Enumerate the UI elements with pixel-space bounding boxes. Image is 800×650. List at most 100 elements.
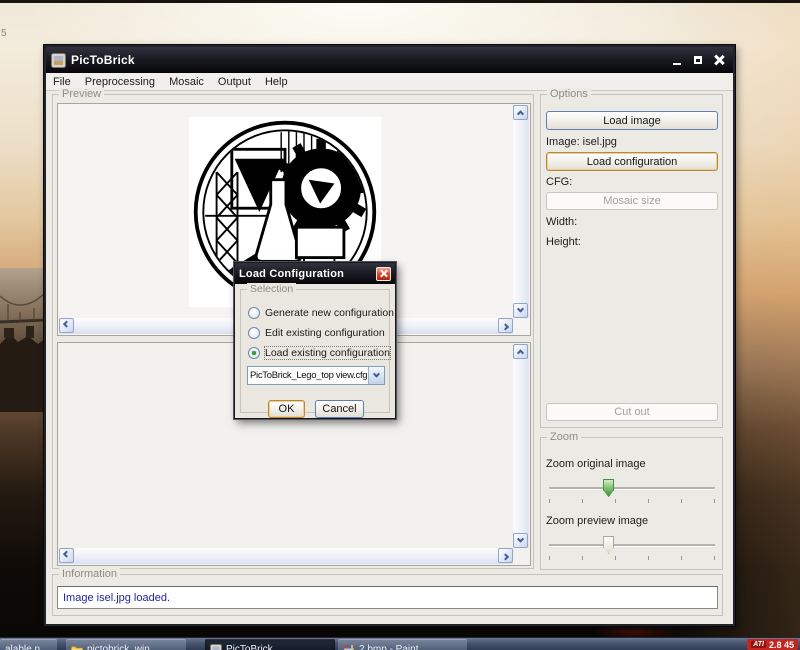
- radio-edit-existing-configuration[interactable]: Edit existing configuration: [248, 326, 385, 340]
- close-button[interactable]: [710, 53, 728, 68]
- combobox-value: PicToBrick_Lego_top view.cfg: [250, 370, 368, 381]
- scroll-right-button[interactable]: [498, 318, 513, 333]
- radio-load-existing-configuration[interactable]: Load existing configuration: [248, 346, 391, 360]
- scroll-left-button[interactable]: [59, 548, 74, 563]
- preview-group-label: Preview: [59, 88, 105, 100]
- dialog-title: Load Configuration: [239, 267, 345, 280]
- radio-generate-new-configuration[interactable]: Generate new configuration: [248, 306, 394, 320]
- chevron-left-icon: [62, 320, 71, 328]
- radio-selected-icon: [248, 347, 260, 359]
- chevron-left-icon: [62, 550, 71, 558]
- scroll-down-button[interactable]: [513, 533, 528, 548]
- load-configuration-dialog: Load Configuration Selection Generate ne…: [233, 261, 397, 420]
- slider-track[interactable]: [549, 544, 715, 546]
- configuration-combobox[interactable]: PicToBrick_Lego_top view.cfg: [247, 366, 385, 385]
- slider-ticks: [549, 556, 715, 560]
- minimize-icon: [673, 62, 681, 65]
- taskbar-item-label: PicToBrick: [226, 643, 273, 650]
- close-icon: [714, 55, 724, 65]
- dialog-titlebar[interactable]: Load Configuration: [235, 263, 395, 284]
- chevron-down-icon: [516, 535, 525, 543]
- cfg-label: CFG:: [546, 176, 573, 188]
- original-vertical-scrollbar[interactable]: [513, 105, 529, 318]
- menu-preprocessing[interactable]: Preprocessing: [78, 75, 162, 89]
- dialog-body: Selection Generate new configuration Edi…: [235, 283, 395, 418]
- ati-tray-value: 2.8 45: [768, 639, 794, 650]
- information-group: Information Image isel.jpg loaded.: [52, 568, 723, 616]
- paint-icon: [343, 644, 355, 650]
- taskbar-item-label: pictobrick_win: [87, 643, 150, 650]
- taskbar-item-pictobrick[interactable]: PicToBrick: [205, 639, 335, 650]
- selection-group-label: Selection: [247, 283, 297, 295]
- minimize-button[interactable]: [668, 53, 686, 68]
- pictobrick-icon: [210, 643, 222, 650]
- mosaic-size-button: Mosaic size: [546, 192, 718, 210]
- taskbar-item-paint[interactable]: 2 bmp - Paint: [338, 639, 467, 650]
- information-message: Image isel.jpg loaded.: [63, 591, 171, 604]
- load-image-button[interactable]: Load image: [546, 111, 718, 130]
- ati-logo: ATI: [751, 641, 766, 648]
- zoom-preview-slider[interactable]: [547, 535, 717, 561]
- close-icon: [380, 270, 387, 277]
- combobox-dropdown-button[interactable]: [368, 367, 384, 384]
- cancel-button[interactable]: Cancel: [315, 400, 364, 418]
- slider-thumb[interactable]: [603, 536, 615, 554]
- zoom-original-label: Zoom original image: [546, 458, 646, 470]
- chevron-up-icon: [516, 349, 525, 357]
- maximize-button[interactable]: [689, 53, 707, 68]
- ok-button[interactable]: OK: [268, 400, 305, 418]
- menu-bar: File Preprocessing Mosaic Output Help: [46, 73, 733, 91]
- taskbar-item-pictobrick-win-folder[interactable]: pictobrick_win: [66, 639, 186, 650]
- radio-label: Edit existing configuration: [265, 327, 385, 339]
- scroll-down-button[interactable]: [513, 303, 528, 318]
- width-label: Width:: [546, 216, 578, 228]
- information-group-label: Information: [59, 568, 121, 580]
- zoom-group-label: Zoom: [547, 431, 582, 443]
- window-title: PicToBrick: [71, 53, 135, 67]
- scroll-up-button[interactable]: [513, 344, 528, 359]
- scroll-right-button[interactable]: [498, 548, 513, 563]
- zoom-original-slider[interactable]: [547, 478, 717, 504]
- scroll-left-button[interactable]: [59, 318, 74, 333]
- menu-file[interactable]: File: [46, 75, 78, 89]
- information-field[interactable]: Image isel.jpg loaded.: [57, 586, 718, 609]
- mosaic-horizontal-scrollbar[interactable]: [59, 548, 513, 564]
- menu-help[interactable]: Help: [258, 75, 295, 89]
- zoom-group: Zoom Zoom original image Zoom preview im…: [540, 431, 723, 570]
- radio-label: Load existing configuration: [264, 346, 391, 360]
- taskbar: alable n pictobrick_win PicToBrick 2 bmp…: [0, 637, 800, 650]
- selection-group: Selection Generate new configuration Edi…: [240, 283, 394, 418]
- scroll-up-button[interactable]: [513, 105, 528, 120]
- folder-icon: [71, 645, 83, 650]
- height-label: Height:: [546, 236, 581, 248]
- maximize-icon: [694, 56, 702, 64]
- taskbar-item-label: 2 bmp - Paint: [359, 643, 419, 650]
- screen-top-edge: [0, 0, 800, 3]
- slider-thumb[interactable]: [603, 479, 615, 497]
- slider-track[interactable]: [549, 487, 715, 489]
- chevron-up-icon: [516, 110, 525, 118]
- radio-label: Generate new configuration: [265, 307, 394, 319]
- options-group: Options Load image Image: isel.jpg Load …: [540, 88, 723, 428]
- slider-ticks: [549, 499, 715, 503]
- taskbar-item-truncated[interactable]: alable n: [0, 639, 57, 650]
- load-configuration-button[interactable]: Load configuration: [546, 152, 718, 171]
- options-group-label: Options: [547, 88, 591, 100]
- dialog-close-button[interactable]: [376, 266, 391, 281]
- mosaic-vertical-scrollbar[interactable]: [513, 344, 529, 548]
- chevron-down-icon: [516, 305, 525, 313]
- app-icon: [51, 52, 66, 68]
- cut-out-button: Cut out: [546, 403, 718, 421]
- chevron-right-icon: [501, 323, 510, 331]
- taskbar-item-label: alable n: [5, 643, 41, 650]
- menu-output[interactable]: Output: [211, 75, 258, 89]
- menu-mosaic[interactable]: Mosaic: [162, 75, 211, 89]
- tray-ati-badge[interactable]: ATI 2.8 45: [747, 639, 798, 650]
- image-status-label: Image: isel.jpg: [546, 136, 617, 148]
- chevron-right-icon: [501, 553, 510, 561]
- chevron-down-icon: [372, 370, 381, 378]
- zoom-preview-label: Zoom preview image: [546, 515, 649, 527]
- wallpaper-bridge-silhouette: [0, 291, 46, 412]
- window-titlebar[interactable]: PicToBrick: [46, 47, 733, 73]
- radio-icon: [248, 327, 260, 339]
